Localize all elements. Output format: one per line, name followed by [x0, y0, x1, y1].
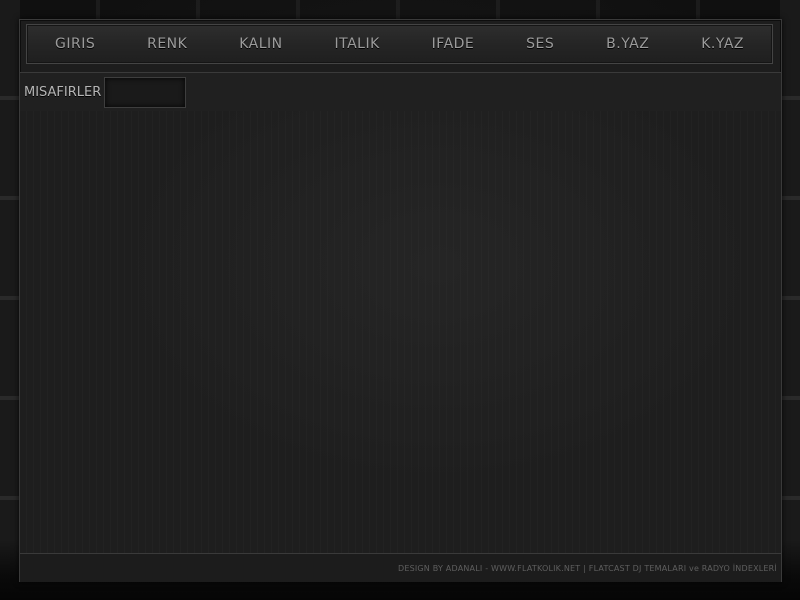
right-speaker-wall: [780, 0, 800, 600]
left-speaker-wall: [0, 0, 20, 600]
footer: DESIGN BY ADANALI - WWW.FLATKOLIK.NET | …: [20, 553, 781, 582]
color-button[interactable]: RENK: [141, 32, 193, 56]
bold-button[interactable]: KALIN: [233, 32, 288, 56]
sound-button[interactable]: SES: [520, 32, 560, 56]
chat-window: GIRIS RENK KALIN ITALIK IFADE SES B.YAZ …: [19, 19, 782, 582]
italic-button[interactable]: ITALIK: [329, 32, 386, 56]
login-button[interactable]: GIRIS: [49, 32, 101, 56]
credits-text: DESIGN BY ADANALI - WWW.FLATKOLIK.NET | …: [397, 563, 777, 573]
guests-bar: MISAFIRLER: [20, 72, 781, 112]
page-background: GIRIS RENK KALIN ITALIK IFADE SES B.YAZ …: [0, 0, 800, 600]
emoticon-button[interactable]: IFADE: [426, 32, 481, 56]
font-increase-button[interactable]: B.YAZ: [600, 32, 655, 56]
guests-list-box[interactable]: [104, 76, 187, 108]
guests-label: MISAFIRLER: [24, 84, 102, 100]
chat-messages-area[interactable]: [20, 111, 781, 553]
font-decrease-button[interactable]: K.YAZ: [695, 32, 750, 56]
toolbar: GIRIS RENK KALIN ITALIK IFADE SES B.YAZ …: [26, 24, 773, 64]
